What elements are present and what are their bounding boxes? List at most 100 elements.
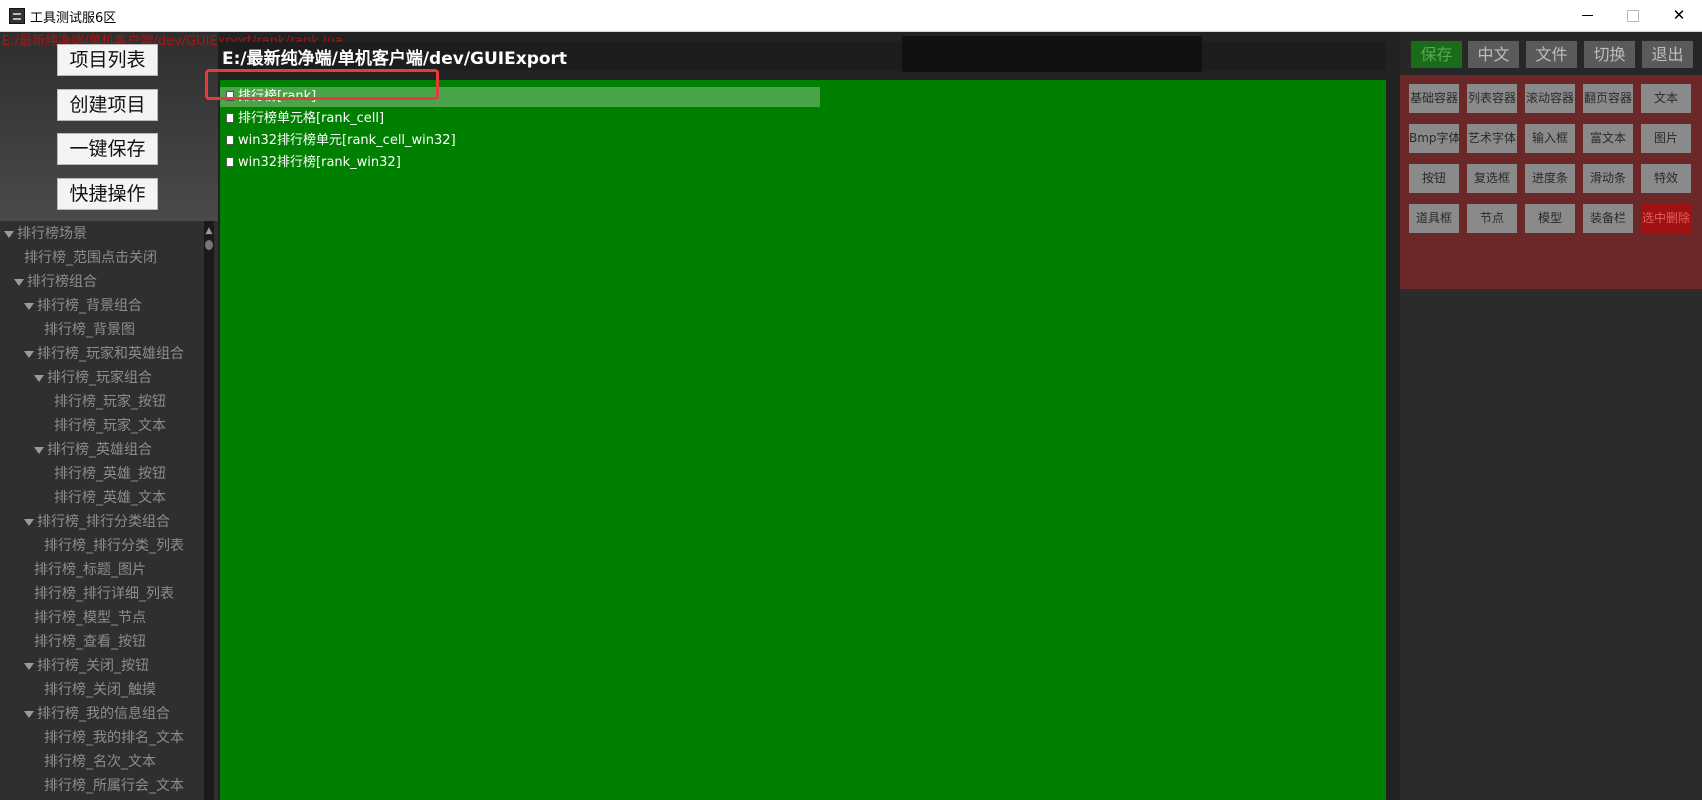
save-button[interactable]: 保存	[1411, 41, 1462, 68]
widget-button[interactable]: 模型	[1525, 204, 1575, 233]
widget-button[interactable]: 按钮	[1409, 164, 1459, 193]
tree-item-label: 排行榜_排行详细_列表	[34, 586, 174, 602]
app-icon	[9, 8, 25, 24]
widget-button[interactable]: 列表容器	[1467, 84, 1517, 113]
file-list-item[interactable]: win32排行榜[rank_win32]	[220, 153, 401, 173]
widget-button[interactable]: 滑动条	[1583, 164, 1633, 193]
tree-item[interactable]: 排行榜_玩家组合	[34, 367, 152, 389]
tree-item[interactable]: 排行榜_关闭_按钮	[24, 655, 149, 677]
file-icon	[226, 90, 234, 101]
close-icon: ✕	[1672, 6, 1686, 24]
tree-item-label: 排行榜_排行分类组合	[37, 514, 170, 530]
file-button[interactable]: 文件	[1526, 41, 1577, 68]
create-project-button[interactable]: 创建项目	[57, 89, 158, 121]
widget-button[interactable]: 翻页容器	[1583, 84, 1633, 113]
close-button[interactable]: ✕	[1650, 0, 1702, 31]
tree-item[interactable]: 排行榜_英雄_文本	[54, 487, 166, 509]
tree-item[interactable]: 排行榜_排行详细_列表	[34, 583, 174, 605]
expand-arrow-icon[interactable]	[24, 518, 34, 526]
quick-actions-button[interactable]: 快捷操作	[57, 178, 158, 210]
tree-item[interactable]: 排行榜场景	[4, 223, 87, 245]
switch-button[interactable]: 切换	[1584, 41, 1635, 68]
file-label: win32排行榜[rank_win32]	[238, 155, 401, 170]
widget-button[interactable]: 特效	[1641, 164, 1691, 193]
path-bar: E:/最新纯净端/单机客户端/dev/GUIExport	[218, 42, 1386, 70]
tree-item[interactable]: 排行榜_英雄组合	[34, 439, 152, 461]
tree-item[interactable]: 排行榜_排行分类组合	[24, 511, 170, 533]
widget-button[interactable]: 复选框	[1467, 164, 1517, 193]
expand-arrow-icon[interactable]	[24, 302, 34, 310]
expand-arrow-icon[interactable]	[4, 230, 14, 238]
tree-item-label: 排行榜_我的排名_文本	[44, 730, 184, 746]
expand-arrow-icon[interactable]	[14, 278, 24, 286]
file-icon	[226, 112, 234, 123]
tree-item[interactable]: 排行榜_范围点击关闭	[24, 247, 157, 269]
tree-item[interactable]: 排行榜组合	[14, 271, 97, 293]
widget-button[interactable]: 艺术字体	[1467, 124, 1517, 153]
expand-arrow-icon[interactable]	[34, 446, 44, 454]
tree-item[interactable]: 排行榜_关闭_触摸	[44, 679, 156, 701]
tree-item[interactable]: 排行榜_查看_按钮	[34, 631, 146, 653]
tree-item-label: 排行榜_关闭_按钮	[37, 658, 149, 674]
file-icon	[226, 134, 234, 145]
exit-button[interactable]: 退出	[1642, 41, 1693, 68]
tree-item-label: 排行榜_玩家组合	[47, 370, 152, 386]
window-titlebar: 工具测试服6区 ✕	[0, 0, 1702, 32]
expand-arrow-icon[interactable]	[24, 350, 34, 358]
project-list-button[interactable]: 项目列表	[57, 44, 158, 76]
language-button[interactable]: 中文	[1468, 41, 1519, 68]
tree-item-label: 排行榜_标题_图片	[34, 562, 146, 578]
file-list-item[interactable]: 排行榜[rank]	[220, 87, 820, 107]
tree-item[interactable]: 排行榜_所属行会_文本	[44, 775, 184, 797]
expand-arrow-icon[interactable]	[34, 374, 44, 382]
file-label: 排行榜[rank]	[238, 89, 317, 104]
tree-item-label: 排行榜_玩家_按钮	[54, 394, 166, 410]
tree-item[interactable]: 排行榜_我的排名_文本	[44, 727, 184, 749]
scroll-up-arrow-icon[interactable]: ▲	[204, 224, 214, 238]
node-tree: 排行榜场景 排行榜_范围点击关闭 排行榜组合 排行榜_背景组合 排行榜_背景图 排行榜_玩…	[0, 221, 218, 800]
widget-button[interactable]: Bmp字体	[1409, 124, 1459, 153]
tree-item-label: 排行榜_英雄_文本	[54, 490, 166, 506]
tree-item-label: 排行榜_背景组合	[37, 298, 142, 314]
scroll-thumb[interactable]	[205, 240, 213, 250]
save-all-button[interactable]: 一键保存	[57, 133, 158, 165]
tree-item[interactable]: 排行榜_玩家和英雄组合	[24, 343, 184, 365]
widget-button[interactable]: 进度条	[1525, 164, 1575, 193]
tree-item[interactable]: 排行榜_背景组合	[24, 295, 142, 317]
tree-item-label: 排行榜_模型_节点	[34, 610, 146, 626]
tree-item-label: 排行榜_名次_文本	[44, 754, 156, 770]
expand-arrow-icon[interactable]	[24, 662, 34, 670]
expand-arrow-icon[interactable]	[24, 710, 34, 718]
tree-item[interactable]: 排行榜_名次_文本	[44, 751, 156, 773]
file-list-canvas: 排行榜[rank] 排行榜单元格[rank_cell] win32排行榜单元[ran…	[220, 80, 1386, 800]
widget-button[interactable]: 装备栏	[1583, 204, 1633, 233]
tree-item-label: 排行榜_玩家_文本	[54, 418, 166, 434]
widget-button[interactable]: 文本	[1641, 84, 1691, 113]
file-list-item[interactable]: win32排行榜单元[rank_cell_win32]	[220, 131, 456, 151]
tree-item[interactable]: 排行榜_模型_节点	[34, 607, 146, 629]
tree-scrollbar[interactable]: ▲	[204, 221, 214, 800]
tree-item[interactable]: 排行榜_标题_图片	[34, 559, 146, 581]
tree-item[interactable]: 排行榜_玩家_文本	[54, 415, 166, 437]
widget-button[interactable]: 节点	[1467, 204, 1517, 233]
widget-button[interactable]: 基础容器	[1409, 84, 1459, 113]
tree-item-label: 排行榜场景	[17, 226, 87, 242]
file-icon	[226, 156, 234, 167]
widget-button[interactable]: 富文本	[1583, 124, 1633, 153]
tree-item[interactable]: 排行榜_我的信息组合	[24, 703, 170, 725]
file-list-item[interactable]: 排行榜单元格[rank_cell]	[220, 109, 384, 129]
tree-item[interactable]: 排行榜_玩家_按钮	[54, 391, 166, 413]
widget-button[interactable]: 选中删除	[1641, 204, 1691, 233]
widget-button[interactable]: 滚动容器	[1525, 84, 1575, 113]
widget-button[interactable]: 道具框	[1409, 204, 1459, 233]
maximize-icon	[1627, 9, 1639, 22]
tree-item[interactable]: 排行榜_英雄_按钮	[54, 463, 166, 485]
widget-palette: 基础容器 列表容器 滚动容器 翻页容器 文本 Bmp字体 艺术字体 输入框 富文本 图片按钮 复选框…	[1400, 75, 1702, 289]
minimize-icon	[1581, 15, 1593, 16]
properties-panel	[1400, 289, 1702, 800]
widget-button[interactable]: 输入框	[1525, 124, 1575, 153]
widget-button[interactable]: 图片	[1641, 124, 1691, 153]
tree-item[interactable]: 排行榜_背景图	[44, 319, 135, 341]
tree-item[interactable]: 排行榜_排行分类_列表	[44, 535, 184, 557]
file-label: win32排行榜单元[rank_cell_win32]	[238, 133, 456, 148]
